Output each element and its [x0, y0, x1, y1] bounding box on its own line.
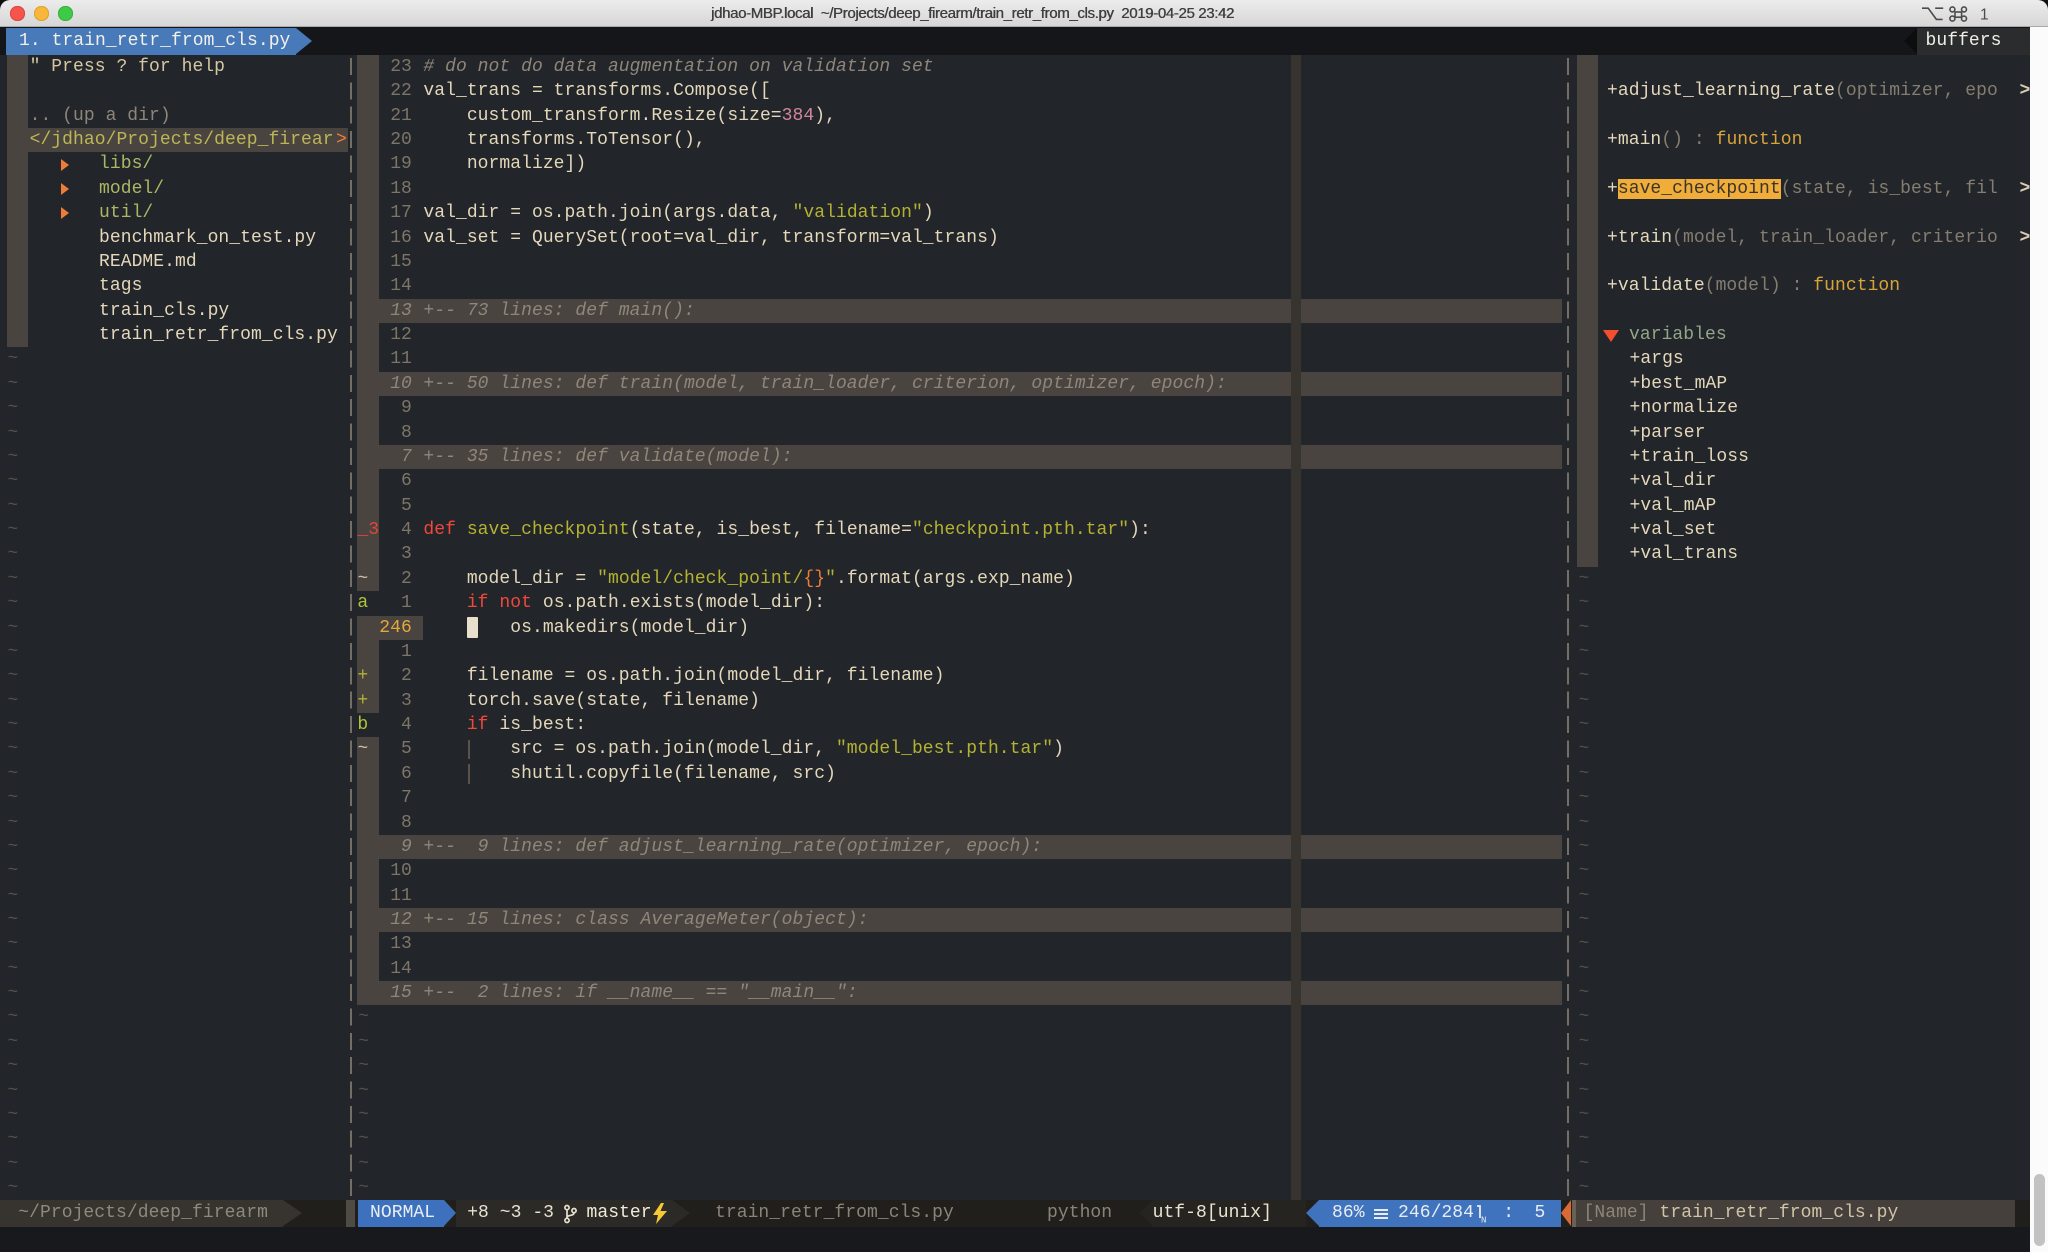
svg-text:1: 1: [1980, 7, 1989, 24]
svg-text:N: N: [1481, 1216, 1486, 1224]
